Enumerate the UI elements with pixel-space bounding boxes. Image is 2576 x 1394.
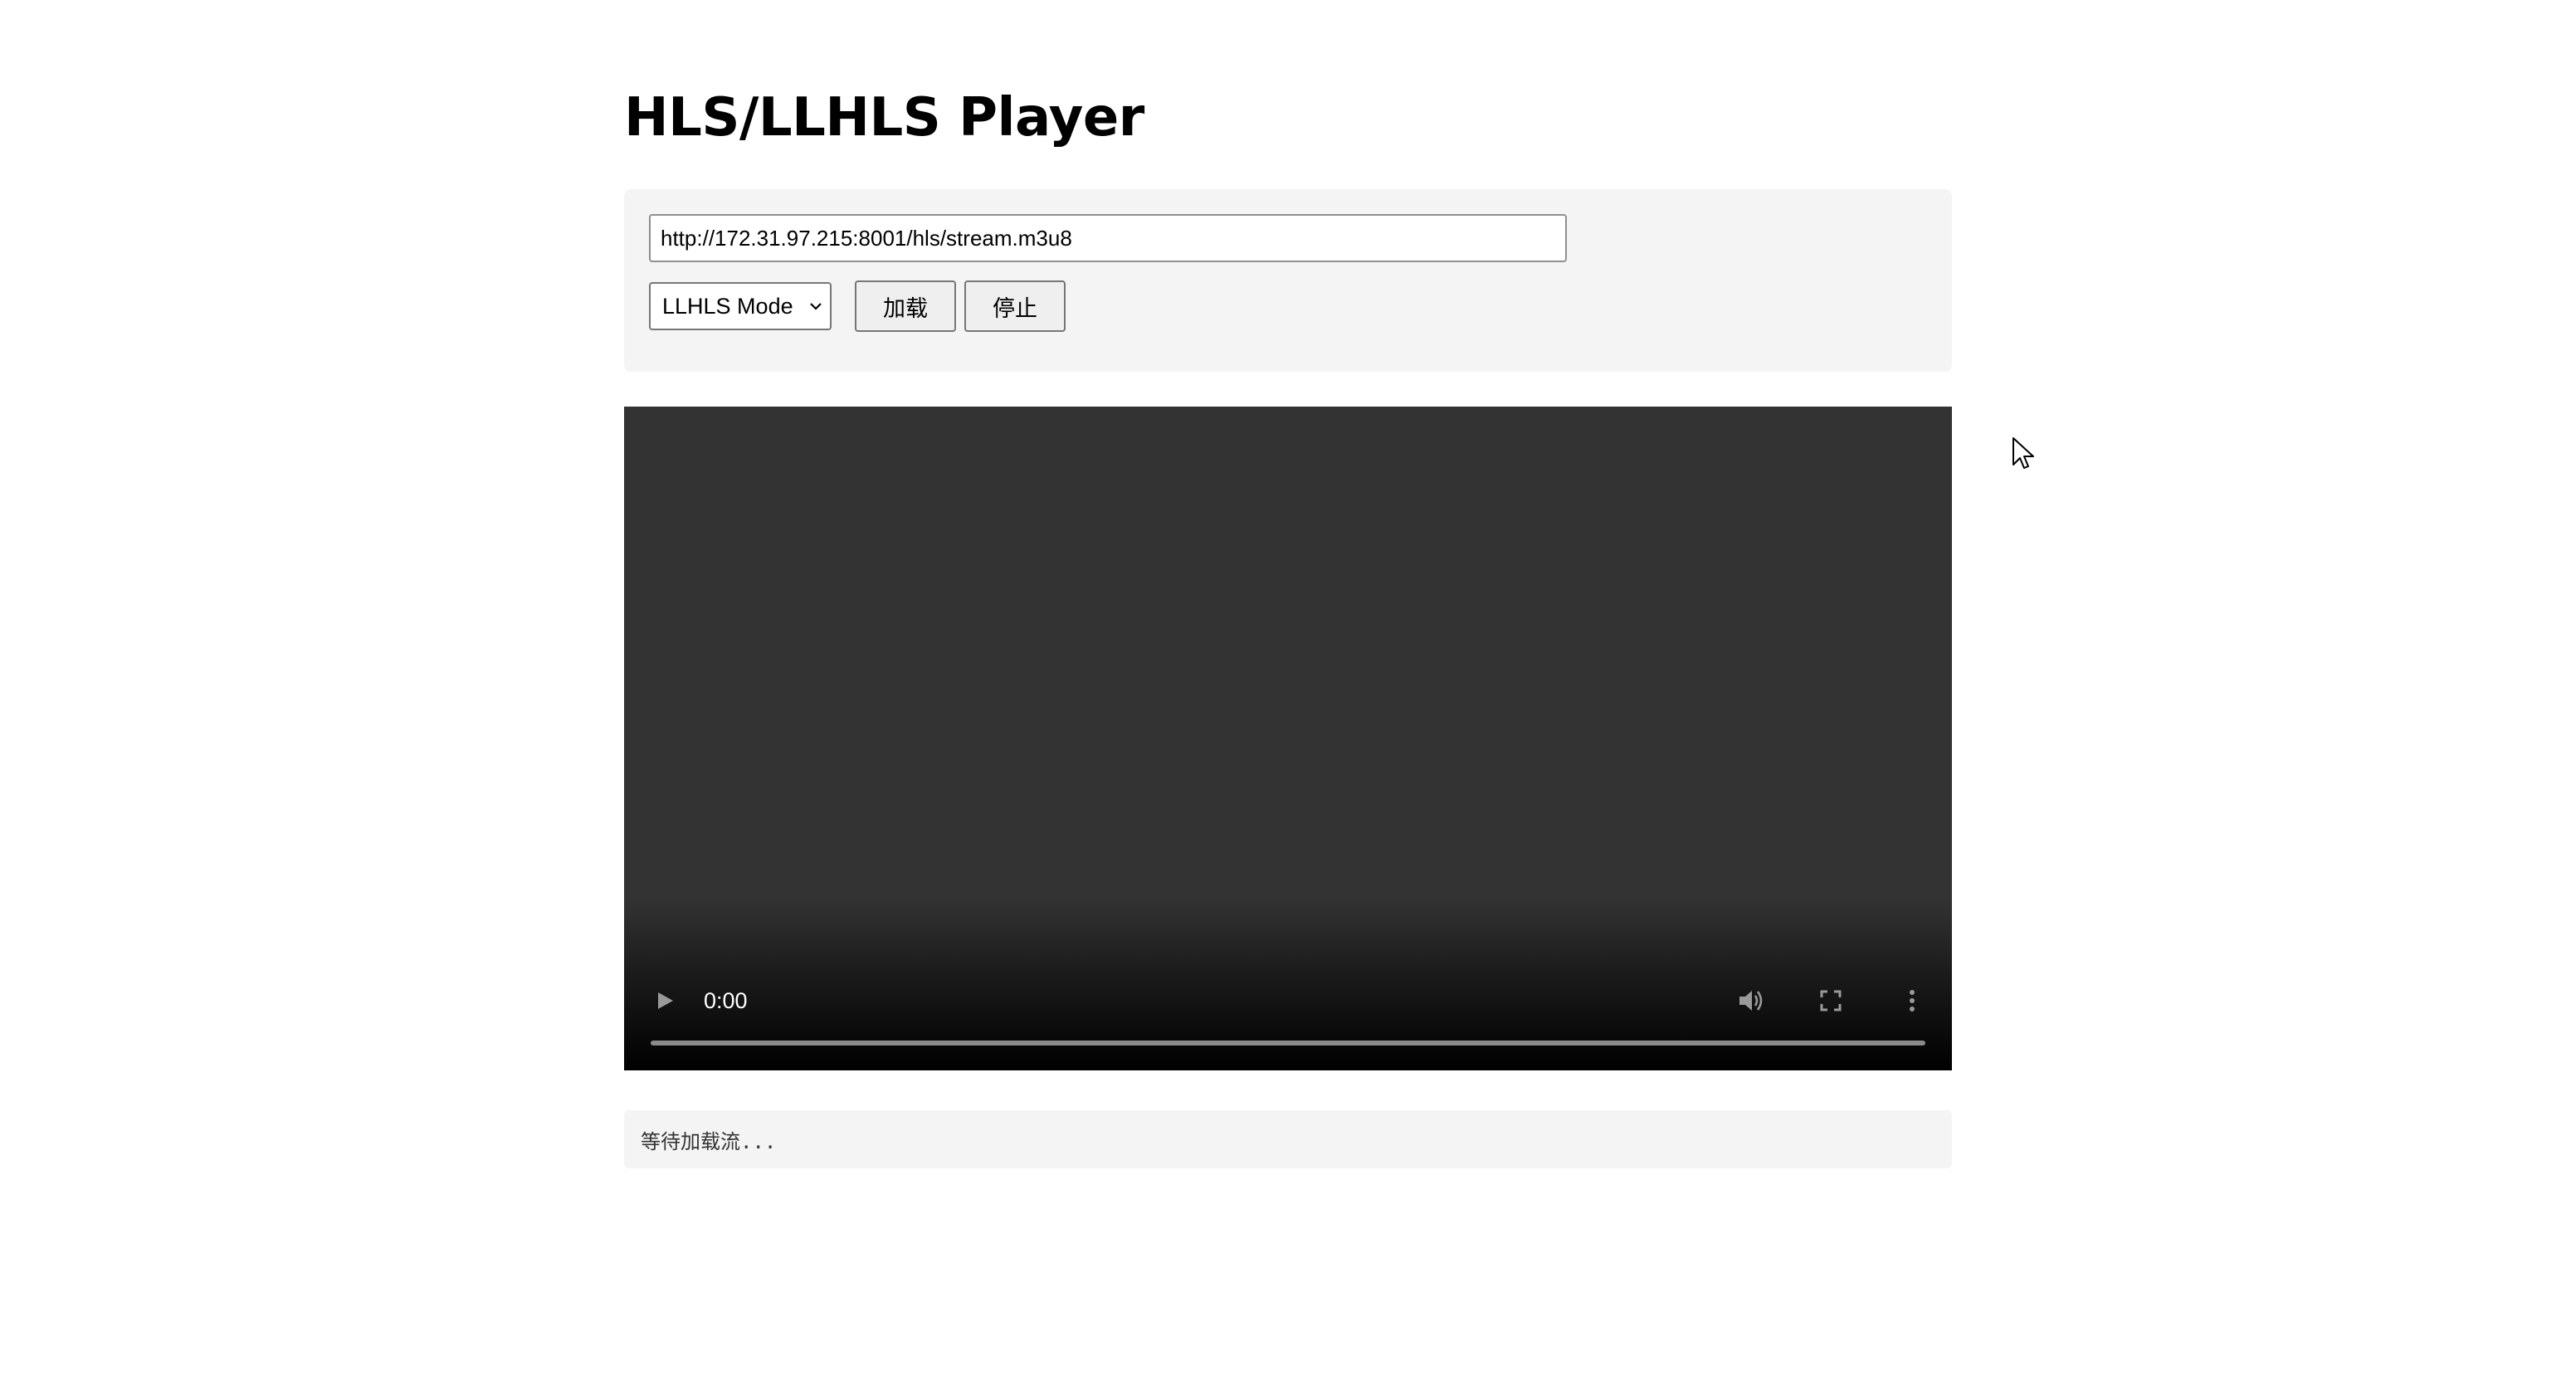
chevron-down-icon — [810, 303, 822, 310]
mode-select[interactable]: LLHLS Mode — [649, 282, 832, 330]
video-controls: 0:00 — [624, 954, 1952, 1070]
stream-url-input[interactable] — [649, 214, 1567, 262]
stop-button[interactable]: 停止 — [964, 280, 1066, 332]
load-button[interactable]: 加载 — [855, 280, 956, 332]
mouse-cursor-icon — [2013, 437, 2034, 469]
play-icon[interactable] — [647, 984, 681, 1017]
more-vert-icon[interactable] — [1894, 982, 1930, 1019]
status-text: 等待加载流... — [641, 1129, 777, 1153]
fullscreen-icon[interactable] — [1812, 982, 1849, 1019]
volume-icon[interactable] — [1733, 982, 1769, 1019]
progress-bar[interactable] — [651, 1041, 1925, 1046]
video-player[interactable]: 0:00 — [624, 407, 1952, 1070]
time-display: 0:00 — [704, 988, 748, 1013]
controls-panel: LLHLS Mode 加载 停止 — [624, 189, 1952, 372]
mode-select-value: LLHLS Mode — [662, 293, 793, 319]
page-title: HLS/LLHLS Player — [624, 87, 1144, 149]
status-bar: 等待加载流... — [624, 1110, 1952, 1168]
